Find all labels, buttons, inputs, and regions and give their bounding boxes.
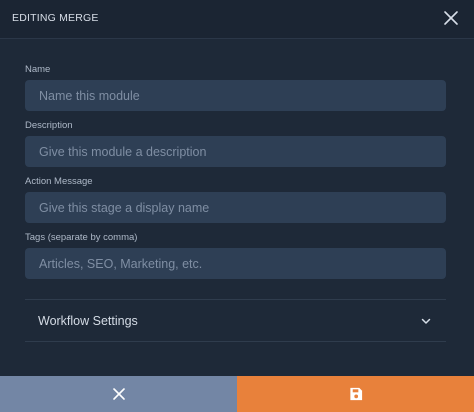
modal-title: EDITING MERGE [12,12,99,24]
name-label: Name [25,64,51,75]
editing-modal: EDITING MERGE Name Description Action Me… [0,0,474,412]
close-icon [444,11,458,25]
close-button[interactable] [440,7,462,29]
tags-label: Tags (separate by comma) [25,232,138,243]
description-input[interactable] [25,136,446,167]
close-icon [112,388,125,400]
tags-input[interactable] [25,248,446,279]
save-button[interactable] [237,376,474,412]
chevron-down-icon [421,318,431,324]
description-label: Description [25,120,73,131]
action-message-input[interactable] [25,192,446,223]
workflow-settings-label: Workflow Settings [38,314,138,328]
modal-footer [0,376,474,412]
save-icon [349,387,362,401]
cancel-button[interactable] [0,376,237,412]
modal-header: EDITING MERGE [0,0,474,39]
workflow-settings-toggle[interactable]: Workflow Settings [25,299,446,342]
action-message-label: Action Message [25,176,93,187]
name-input[interactable] [25,80,446,111]
